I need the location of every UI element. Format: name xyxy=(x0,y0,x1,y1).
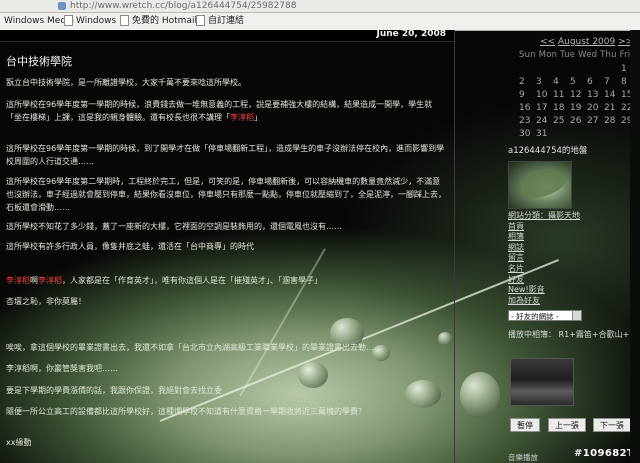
visitor-counter: #109682T xyxy=(574,448,635,459)
calendar-day[interactable]: 28 xyxy=(604,116,621,126)
calendar-day[interactable]: 7 xyxy=(604,77,621,87)
links-toolbar: Windows Media Windows 免費的 Hotmail 自訂連結 xyxy=(0,13,640,31)
post-paragraph: 這所學校在96學年度第二學期時，工程終於完工，但是，可笑的是，停車場翻新後，可以… xyxy=(6,177,446,212)
calendar-day[interactable]: 9 xyxy=(519,90,536,100)
red-name: 李淳稻 xyxy=(230,113,254,122)
calendar-day[interactable]: 11 xyxy=(553,90,570,100)
post-paragraph: 這所學校在96學年度第一學期的時候，到了開學才在做「停車場翻新工程」，造成學生的… xyxy=(6,144,445,166)
address-bar[interactable]: http://www.wretch.cc/blog/a126444754/259… xyxy=(0,0,640,13)
calendar-day[interactable]: 23 xyxy=(519,116,536,126)
bookmark-custom-links[interactable]: 自訂連結 xyxy=(196,13,244,30)
post-title: 台中技術學院 xyxy=(6,55,72,68)
sidebar-link-card[interactable]: 名片 xyxy=(508,264,580,275)
music-player-label: 音樂播放 xyxy=(508,453,538,462)
calendar-week-row: 1 xyxy=(519,64,638,74)
page-icon xyxy=(64,15,73,26)
address-url[interactable]: http://www.wretch.cc/blog/a126444754/259… xyxy=(70,0,296,12)
calendar-week-row: 2345678 xyxy=(519,77,638,87)
calendar-day[interactable]: 31 xyxy=(536,129,553,139)
post-paragraph: 要是下學期的學費漲價的話，我跟你保證，我絕對會去找立委 xyxy=(6,386,222,395)
calendar-day[interactable]: 26 xyxy=(570,116,587,126)
calendar-day[interactable]: 16 xyxy=(519,103,536,113)
post-date-bar: June 20, 2008 xyxy=(0,29,454,42)
pause-button[interactable]: 暫停 xyxy=(510,418,540,432)
next-button[interactable]: 下一張 xyxy=(593,418,631,432)
calendar-day[interactable]: 27 xyxy=(587,116,604,126)
calendar-day[interactable]: 3 xyxy=(536,77,553,87)
sidebar-link-albums[interactable]: 相簿 xyxy=(508,232,580,243)
calendar-nav: << August 2009 >> xyxy=(540,37,633,47)
calendar-week-row: 23 24 25 26 27 28 29 xyxy=(519,116,638,126)
calendar-day[interactable]: 20 xyxy=(587,103,604,113)
calendar-day[interactable]: 13 xyxy=(587,90,604,100)
water-drop xyxy=(460,372,500,418)
calendar-day[interactable]: 30 xyxy=(519,129,536,139)
bookmark-hotmail[interactable]: 免費的 Hotmail xyxy=(120,13,197,30)
calendar-day[interactable]: 18 xyxy=(553,103,570,113)
sidebar-link-add-friend[interactable]: 加為好友 xyxy=(508,296,580,307)
previous-button[interactable]: 上一張 xyxy=(548,418,586,432)
page-icon xyxy=(120,15,129,26)
calendar-day[interactable]: 17 xyxy=(536,103,553,113)
now-playing-label: 播放中相簿： R1+霧笛+合歡山+雨 xyxy=(508,330,638,339)
calendar-week-row: 30 31 xyxy=(519,129,638,139)
page-favicon-icon xyxy=(58,2,66,10)
calendar-week-row: 9 10 11 12 13 14 15 xyxy=(519,90,638,100)
post-paragraph: 翫立台中技術學院，是一所離譜學校，大家千萬不要來唸這所學校。 xyxy=(6,78,246,87)
blog-owner-heading: a126444754的地盤 xyxy=(508,146,588,156)
post-paragraph: 唉唉，拿這個學校的畢業證書出去，我還不如拿「台北市立內湖高級工業職業學校」的畢業… xyxy=(6,343,382,352)
calendar-day[interactable]: 24 xyxy=(536,116,553,126)
friends-blog-select[interactable]: - 好友的網誌 - xyxy=(508,310,582,321)
calendar-week-row: 16 17 18 19 20 21 22 xyxy=(519,103,638,113)
sidebar-links: 網站分類：攝影天地 首頁 相簿 網誌 留言 名片 好友 New!影音 加為好友 xyxy=(508,211,580,306)
window-edge xyxy=(630,30,640,463)
sidebar-link-guestbook[interactable]: 留言 xyxy=(508,253,580,264)
sidebar-link-blog[interactable]: 網誌 xyxy=(508,243,580,254)
calendar-days-header: Sun Mon Tue Wed Thu Fri Sat xyxy=(519,50,640,60)
calendar-day[interactable]: 21 xyxy=(604,103,621,113)
column-divider xyxy=(454,30,455,463)
post-paragraph: 杏壇之恥，非你莫屬！ xyxy=(6,297,86,306)
post-paragraph: xx緣動 xyxy=(6,438,32,447)
calendar-day[interactable]: 19 xyxy=(570,103,587,113)
calendar-prev-link[interactable]: << xyxy=(540,37,555,47)
calendar-month[interactable]: August 2009 xyxy=(558,37,615,47)
post-paragraph: 這所學校在96學年度第一學期的時候，浪費錢去做一堆無意義的工程，說是要補強大樓的… xyxy=(6,100,433,122)
calendar-day[interactable]: 4 xyxy=(553,77,570,87)
bookmark-windows[interactable]: Windows xyxy=(64,13,116,30)
post-date: June 20, 2008 xyxy=(376,29,446,39)
post-paragraph: 李淳稻啊，你叢管獎害我吧…… xyxy=(6,364,118,373)
page-icon xyxy=(196,15,205,26)
calendar-day[interactable]: 12 xyxy=(570,90,587,100)
slideshow-photo xyxy=(510,358,574,406)
calendar-day[interactable]: 2 xyxy=(519,77,536,87)
post-paragraph: 這所學校有許多行政人員，像隻井底之蛙，還活在「台中商專」的時代 xyxy=(6,242,254,251)
calendar-day[interactable]: 6 xyxy=(587,77,604,87)
sidebar-link-category[interactable]: 網站分類：攝影天地 xyxy=(508,211,580,222)
calendar-day[interactable]: 10 xyxy=(536,90,553,100)
sidebar-link-video[interactable]: New!影音 xyxy=(508,285,580,296)
post-paragraph: 隨便一所公立高工的設備都比這所學校好，這種爛學校不知道有什麼資格一學期收將近三萬… xyxy=(6,407,366,416)
sidebar-link-home[interactable]: 首頁 xyxy=(508,222,580,233)
calendar-day[interactable]: 25 xyxy=(553,116,570,126)
calendar-day[interactable]: 5 xyxy=(570,77,587,87)
post-paragraph: 李淳稻啊李淳稻，人家都是在「作育英才」，唯有你這個人是在「摧殘英才」、「溷害學子… xyxy=(6,276,322,285)
calendar-day[interactable]: 14 xyxy=(604,90,621,100)
post-paragraph: 這所學校不知花了多少錢，蓋了一座新的大樓，它裡面的空調是裝飾用的，還個電風也沒有… xyxy=(6,222,342,231)
sidebar-link-friends[interactable]: 好友 xyxy=(508,275,580,286)
